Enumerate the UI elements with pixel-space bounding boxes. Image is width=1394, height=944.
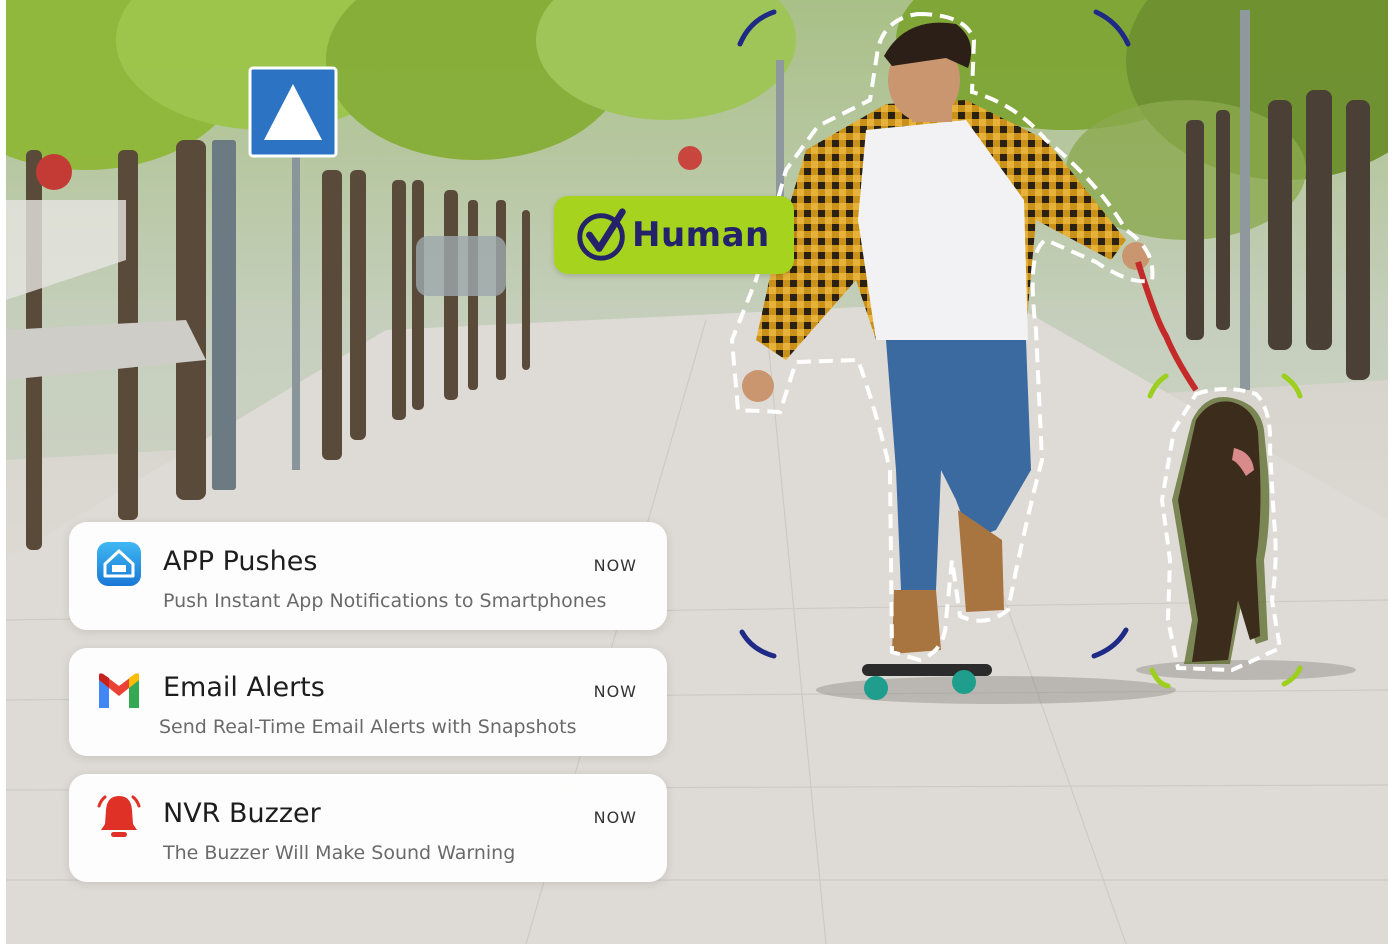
home-app-icon xyxy=(97,542,141,586)
bell-icon xyxy=(97,795,141,837)
notification-description: Send Real-Time Email Alerts with Snapsho… xyxy=(159,716,577,738)
notification-description: Push Instant App Notifications to Smartp… xyxy=(163,590,607,612)
notification-email-alerts: Email Alerts NOW Send Real-Time Email Al… xyxy=(69,648,667,756)
notification-title: Email Alerts xyxy=(163,672,325,703)
notification-app-pushes: APP Pushes NOW Push Instant App Notifica… xyxy=(69,522,667,630)
notification-time: NOW xyxy=(593,682,637,701)
notification-title: APP Pushes xyxy=(163,546,318,577)
gmail-icon xyxy=(99,673,139,708)
notification-nvr-buzzer: NVR Buzzer NOW The Buzzer Will Make Soun… xyxy=(69,774,667,882)
check-circle-icon xyxy=(577,208,626,261)
notification-title: NVR Buzzer xyxy=(163,798,321,829)
badge-label: Human xyxy=(632,215,770,255)
notification-description: The Buzzer Will Make Sound Warning xyxy=(163,842,516,864)
human-detection-badge: Human xyxy=(554,196,794,274)
notification-time: NOW xyxy=(593,808,637,827)
notification-time: NOW xyxy=(593,556,637,575)
